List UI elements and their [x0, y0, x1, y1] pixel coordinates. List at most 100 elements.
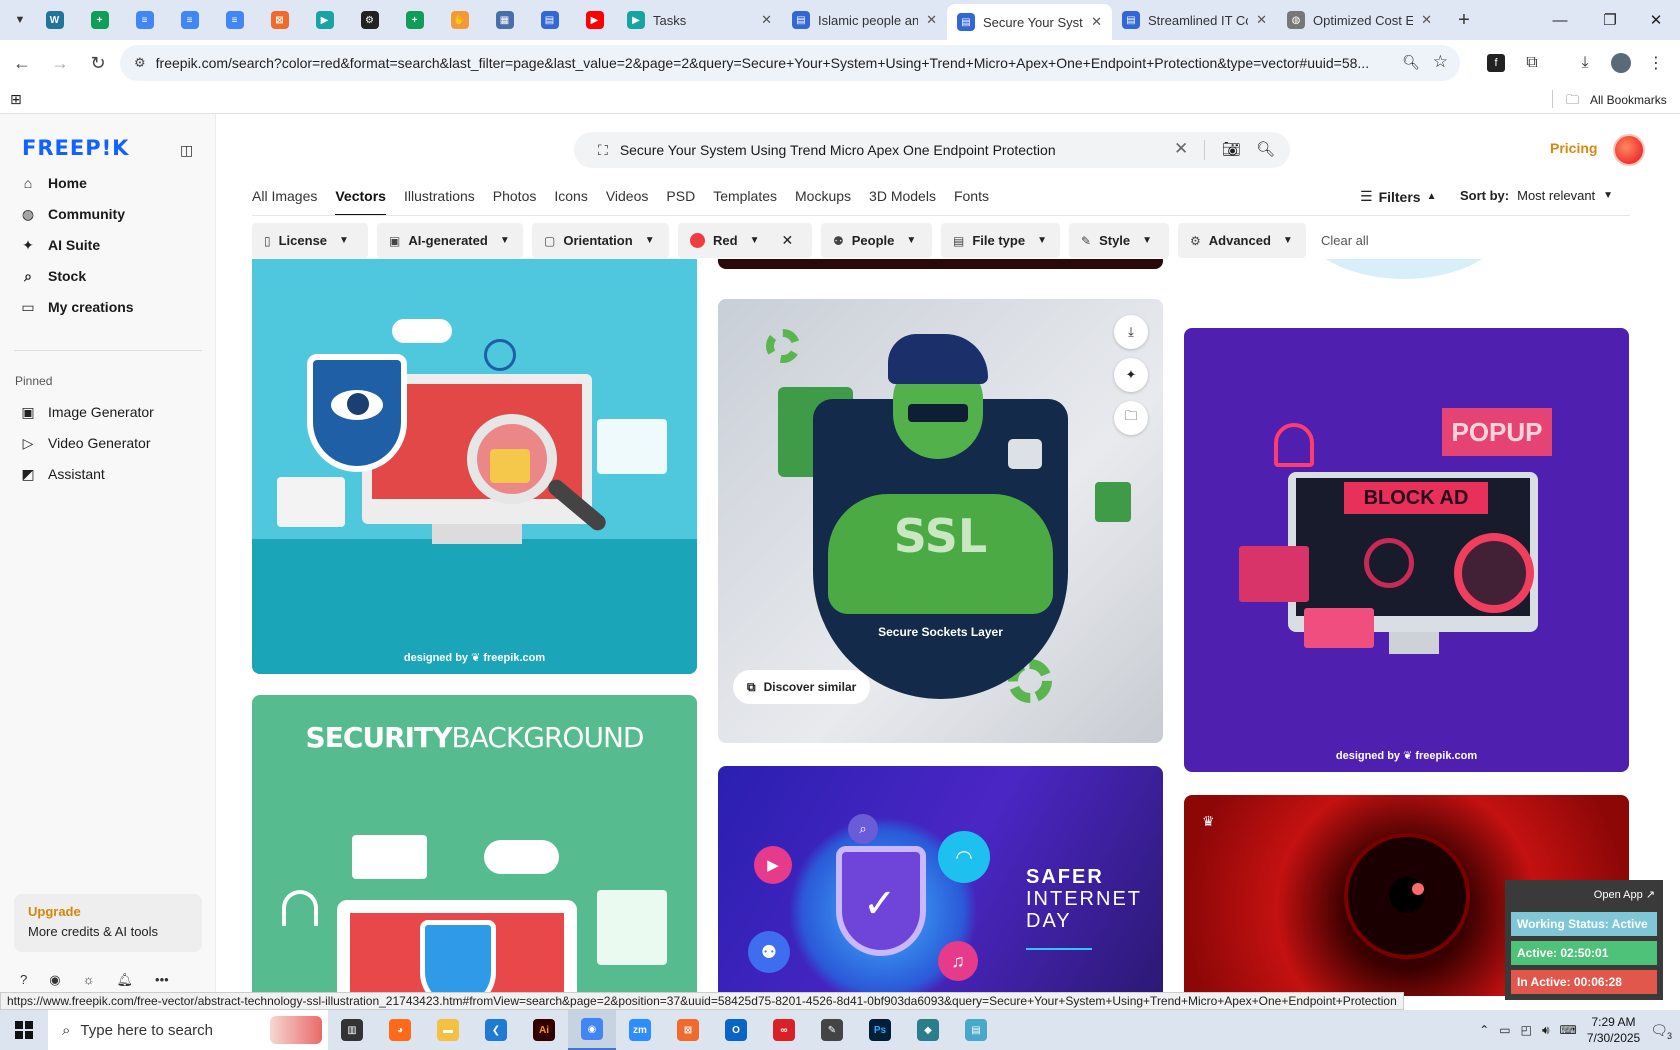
fontawesome-extension-icon[interactable]: f	[1481, 48, 1511, 78]
sidebar-item-stock[interactable]: ⌕ Stock	[20, 262, 86, 290]
sidebar-item-community[interactable]: ◍ Community	[20, 200, 125, 228]
url-text[interactable]: freepik.com/search?color=red&format=sear…	[156, 55, 1396, 71]
freepik-logo[interactable]: FREEP!K	[22, 136, 129, 160]
browser-tab[interactable]: ◍ Optimized Cost E ✕	[1277, 4, 1442, 36]
license-filter[interactable]: ▯ License ▼	[252, 223, 368, 258]
orientation-filter[interactable]: ▢ Orientation ▼	[532, 223, 669, 258]
taskbar-app[interactable]: O	[712, 1010, 760, 1050]
reload-icon[interactable]: ↻	[80, 45, 116, 81]
filters-button[interactable]: ☰ Filters ▲	[1360, 188, 1436, 205]
tab-templates[interactable]: Templates	[713, 180, 777, 216]
close-tab-icon[interactable]: ✕	[926, 12, 937, 28]
pinned-tab[interactable]: ≡	[212, 4, 257, 36]
address-bar[interactable]: ⚙ freepik.com/search?color=red&format=se…	[120, 45, 1460, 81]
sidebar-item-home[interactable]: ⌂ Home	[20, 169, 87, 197]
volume-icon[interactable]: 🔊︎	[1542, 1023, 1550, 1038]
extensions-icon[interactable]: ⧉	[1517, 48, 1547, 78]
pinned-tab[interactable]: ⊠	[257, 4, 302, 36]
pinned-tab[interactable]: ≡	[167, 4, 212, 36]
tab-search-dropdown-icon[interactable]: ▼	[8, 8, 32, 32]
save-collection-icon[interactable]: 🗀︎	[1114, 401, 1148, 435]
pricing-link[interactable]: Pricing	[1550, 140, 1597, 156]
pinned-tab[interactable]: +	[392, 4, 437, 36]
help-icon[interactable]: ?	[20, 972, 27, 988]
back-icon[interactable]: ←	[4, 45, 40, 81]
taskbar-search-input[interactable]: Type here to search	[80, 1022, 213, 1039]
taskbar-app[interactable]: ▤	[952, 1010, 1000, 1050]
file-type-filter[interactable]: ▤ File type ▼	[941, 223, 1060, 258]
ai-generated-filter[interactable]: ▣ AI-generated ▼	[377, 223, 523, 258]
search-input[interactable]: Secure Your System Using Trend Micro Ape…	[620, 142, 1160, 158]
apps-grid-icon[interactable]: ⊞	[10, 91, 22, 108]
clear-all-link[interactable]: Clear all	[1321, 233, 1369, 248]
bookmarks-folder-icon[interactable]: 🗀︎	[1566, 91, 1579, 113]
search-icon[interactable]: 🔍︎	[1256, 140, 1275, 158]
more-icon[interactable]: •••	[155, 972, 169, 988]
taskbar-app[interactable]: ⊠	[664, 1010, 712, 1050]
open-app-link[interactable]: Open App ↗	[1594, 888, 1655, 901]
zoom-icon[interactable]: 🔍︎	[1402, 54, 1420, 71]
pinned-tab[interactable]: ✋	[437, 4, 482, 36]
result-card[interactable]: SSL Secure Sockets Layer ⤓ ✦ 🗀︎ ⧉ Discove…	[718, 299, 1163, 743]
ai-edit-icon[interactable]: ✦	[1114, 358, 1148, 392]
result-card[interactable]: ✓ ▶ ◠ ♫ ⚉ ⌕ SAFER INTERNET DAY	[718, 766, 1163, 996]
tab-icons[interactable]: Icons	[554, 180, 587, 216]
remove-color-icon[interactable]: ✕	[781, 232, 793, 249]
taskbar-app[interactable]: zm	[616, 1010, 664, 1050]
discover-similar-button[interactable]: ⧉ Discover similar	[733, 670, 871, 704]
clear-search-icon[interactable]: ✕	[1174, 139, 1188, 159]
tab-3d-models[interactable]: 3D Models	[869, 180, 936, 216]
pinned-tab[interactable]: ⚙	[347, 4, 392, 36]
pinned-tab[interactable]: ▶	[302, 4, 347, 36]
discord-icon[interactable]: ◉	[49, 972, 60, 988]
tab-vectors[interactable]: Vectors	[335, 180, 386, 216]
download-icon[interactable]: ⤓	[1114, 315, 1148, 349]
result-card[interactable]: designed by ❦ freepik.com	[252, 259, 697, 674]
profile-avatar-icon[interactable]	[1606, 48, 1636, 78]
color-filter[interactable]: Red ▼ ✕	[678, 223, 812, 258]
taskbar-app[interactable]: Ps	[856, 1010, 904, 1050]
close-tab-icon[interactable]: ✕	[761, 12, 772, 28]
sort-dropdown[interactable]: Sort by: Most relevant ▼	[1460, 188, 1613, 203]
pinned-tab[interactable]: ▦	[482, 4, 527, 36]
tab-all-images[interactable]: All Images	[252, 180, 317, 216]
restore-icon[interactable]: ❐	[1586, 0, 1634, 40]
tab-illustrations[interactable]: Illustrations	[404, 180, 475, 216]
pinned-tab[interactable]: ▤	[527, 4, 572, 36]
sidebar-item-my-creations[interactable]: ▭ My creations	[20, 293, 133, 321]
keyboard-icon[interactable]: ⌨	[1560, 1023, 1577, 1037]
search-bar[interactable]: ⛶ Secure Your System Using Trend Micro A…	[574, 132, 1290, 168]
pinned-tab[interactable]: W	[32, 4, 77, 36]
pinned-item-video-generator[interactable]: ▷ Video Generator	[20, 429, 151, 457]
pinned-item-image-generator[interactable]: ▣ Image Generator	[20, 398, 153, 426]
taskbar-search[interactable]: ⌕ Type here to search	[48, 1010, 328, 1050]
camera-search-icon[interactable]: 📷︎	[1222, 140, 1241, 158]
start-button[interactable]	[0, 1010, 48, 1050]
browser-tab[interactable]: ▤ Islamic people an ✕	[782, 4, 947, 36]
taskbar-app[interactable]: ◆	[904, 1010, 952, 1050]
pinned-tab[interactable]: ▶	[572, 4, 617, 36]
browser-tab[interactable]: ▤ Secure Your Syste ✕	[947, 4, 1112, 40]
download-icon[interactable]: ⤓	[1570, 48, 1600, 78]
result-card[interactable]	[718, 259, 1163, 269]
result-card[interactable]: SECURITYBACKGROUND	[252, 695, 697, 996]
people-filter[interactable]: ⚉ People ▼	[821, 223, 932, 258]
browser-menu-icon[interactable]: ⋮	[1641, 48, 1671, 78]
style-filter[interactable]: ✎ Style ▼	[1069, 223, 1169, 258]
taskbar-clock[interactable]: 7:29 AM 7/30/2025	[1587, 1014, 1640, 1046]
browser-tab[interactable]: ▶ Tasks ✕	[617, 4, 782, 36]
tray-overflow-icon[interactable]: ⌃	[1479, 1023, 1489, 1037]
tab-videos[interactable]: Videos	[606, 180, 649, 216]
taskbar-app[interactable]: ▬	[424, 1010, 472, 1050]
taskbar-app[interactable]: ◕	[376, 1010, 424, 1050]
pinned-tab[interactable]: +	[77, 4, 122, 36]
network-icon[interactable]: ▭	[1499, 1023, 1510, 1037]
taskbar-app[interactable]: ❮	[472, 1010, 520, 1050]
taskbar-app[interactable]: ▥	[328, 1010, 376, 1050]
tab-mockups[interactable]: Mockups	[795, 180, 851, 216]
pinned-tab[interactable]: ≡	[122, 4, 167, 36]
close-tab-icon[interactable]: ✕	[1256, 12, 1267, 28]
taskbar-app[interactable]: ∞	[760, 1010, 808, 1050]
close-window-icon[interactable]: ✕	[1632, 0, 1680, 40]
upgrade-card[interactable]: Upgrade More credits & AI tools	[14, 894, 202, 952]
